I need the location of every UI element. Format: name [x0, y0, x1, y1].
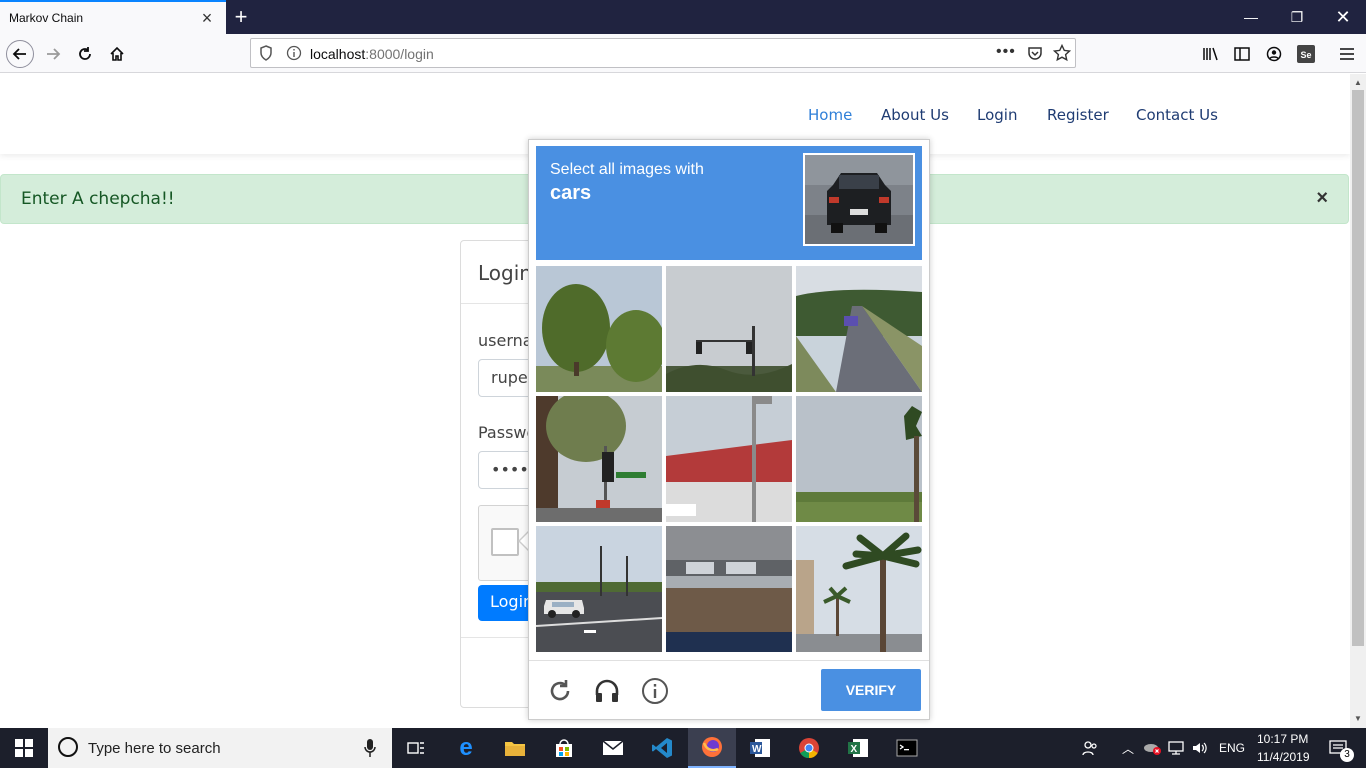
browser-navbar: localhost:8000/login ••• Se — [0, 34, 1366, 73]
scroll-thumb[interactable] — [1352, 90, 1364, 646]
info-icon[interactable] — [286, 45, 302, 66]
card-title: Login — [478, 261, 532, 285]
audio-challenge-icon[interactable] — [593, 677, 621, 705]
clock-time[interactable]: 10:17 PM — [1257, 732, 1308, 746]
nav-login-link[interactable]: Login — [977, 106, 1017, 124]
mail-icon[interactable] — [589, 728, 637, 768]
firefox-icon[interactable] — [688, 728, 736, 768]
taskbar-search-box[interactable]: Type here to search — [48, 728, 392, 768]
captcha-tile-3[interactable] — [796, 266, 922, 392]
account-icon[interactable] — [1262, 42, 1286, 66]
microphone-icon[interactable] — [364, 738, 376, 763]
network-icon[interactable] — [1164, 728, 1188, 768]
verify-button[interactable]: VERIFY — [821, 669, 921, 711]
word-icon[interactable]: W — [736, 728, 784, 768]
recaptcha-checkbox[interactable] — [491, 528, 519, 556]
store-icon[interactable] — [540, 728, 588, 768]
captcha-tile-5[interactable] — [666, 396, 792, 522]
url-path: :8000/login — [365, 46, 434, 62]
language-indicator[interactable]: ENG — [1219, 741, 1245, 755]
close-window-icon[interactable]: ✕ — [1320, 0, 1366, 34]
task-view-icon[interactable] — [392, 728, 440, 768]
library-icon[interactable] — [1199, 42, 1223, 66]
edge-icon[interactable]: e — [442, 728, 490, 768]
nav-register-link[interactable]: Register — [1047, 106, 1109, 124]
tab-title: Markov Chain — [9, 11, 84, 25]
captcha-challenge-popup: Select all images with cars VERIFY — [528, 139, 930, 720]
people-icon[interactable] — [1070, 728, 1110, 768]
vscode-icon[interactable] — [638, 728, 686, 768]
new-tab-icon[interactable]: + — [230, 6, 252, 28]
alert-close-icon[interactable]: × — [1316, 187, 1328, 210]
reload-icon[interactable] — [73, 42, 97, 66]
nav-about-link[interactable]: About Us — [881, 106, 949, 124]
onedrive-error-icon[interactable] — [1140, 728, 1164, 768]
captcha-tile-1[interactable] — [536, 266, 662, 392]
show-hidden-icons[interactable]: ︿ — [1116, 728, 1140, 768]
excel-icon[interactable]: X — [834, 728, 882, 768]
windows-start-icon[interactable] — [0, 728, 48, 768]
challenge-header: Select all images with cars — [536, 146, 922, 260]
chrome-icon[interactable] — [785, 728, 833, 768]
windows-taskbar: Type here to search e W X ︿ ENG 10:17 PM… — [0, 728, 1366, 768]
home-icon[interactable] — [105, 42, 129, 66]
svg-text:X: X — [851, 744, 858, 755]
selenium-extension-icon[interactable]: Se — [1294, 42, 1318, 66]
clock-date[interactable]: 11/4/2019 — [1257, 750, 1310, 764]
nav-home-link[interactable]: Home — [808, 106, 852, 124]
captcha-tile-4[interactable] — [536, 396, 662, 522]
svg-text:W: W — [752, 744, 762, 755]
shield-icon[interactable] — [259, 45, 273, 66]
scroll-up-icon[interactable]: ▲ — [1354, 78, 1362, 87]
challenge-target: cars — [550, 182, 592, 204]
captcha-tile-2[interactable] — [666, 266, 792, 392]
action-center-icon[interactable]: 3 — [1318, 728, 1358, 768]
captcha-tile-6[interactable] — [796, 396, 922, 522]
tab-close-icon[interactable]: × — [199, 9, 215, 27]
terminal-icon[interactable] — [883, 728, 931, 768]
taskbar-search-placeholder: Type here to search — [88, 740, 221, 757]
captcha-tile-8[interactable] — [666, 526, 792, 652]
cortana-icon — [58, 737, 78, 757]
notification-count-badge: 3 — [1340, 748, 1354, 762]
back-icon[interactable] — [6, 40, 34, 68]
reload-challenge-icon[interactable] — [546, 677, 574, 705]
forward-icon[interactable] — [41, 42, 65, 66]
nav-contact-link[interactable]: Contact Us — [1136, 106, 1218, 124]
alert-message: Enter A chepcha!! — [21, 189, 175, 209]
help-info-icon[interactable] — [641, 677, 669, 705]
challenge-instruction: Select all images with — [550, 161, 704, 178]
file-explorer-icon[interactable] — [491, 728, 539, 768]
url-host: localhost — [310, 46, 366, 62]
minimize-icon[interactable]: — — [1228, 0, 1274, 34]
pocket-icon[interactable] — [1027, 45, 1043, 66]
sample-car-image — [803, 153, 915, 246]
captcha-tile-7[interactable] — [536, 526, 662, 652]
bookmark-star-icon[interactable] — [1052, 43, 1072, 67]
volume-icon[interactable] — [1188, 728, 1212, 768]
scroll-down-icon[interactable]: ▼ — [1354, 714, 1362, 723]
url-text[interactable]: localhost:8000/login — [310, 46, 434, 62]
more-actions-icon[interactable]: ••• — [996, 43, 1016, 61]
browser-tab[interactable]: Markov Chain × — [0, 0, 226, 34]
captcha-tile-9[interactable] — [796, 526, 922, 652]
restore-icon[interactable]: ❐ — [1274, 0, 1320, 34]
popup-footer-divider — [529, 660, 929, 661]
browser-titlebar: Markov Chain × + — ❐ ✕ — [0, 0, 1366, 34]
captcha-image-grid — [536, 266, 922, 652]
sidebar-icon[interactable] — [1230, 42, 1254, 66]
hamburger-menu-icon[interactable] — [1335, 42, 1359, 66]
url-bar[interactable]: localhost:8000/login ••• — [250, 38, 1076, 68]
page-scrollbar[interactable]: ▲ ▼ — [1350, 74, 1366, 728]
